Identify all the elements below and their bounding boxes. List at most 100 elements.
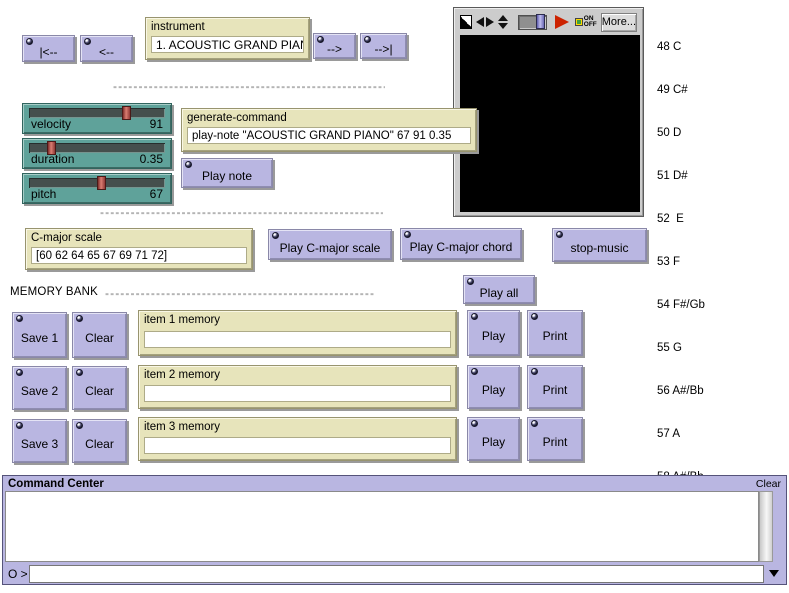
horizontal-arrows-icon[interactable] [476,17,494,27]
contrast-icon[interactable] [460,15,472,29]
separator-line: ----------------------------------------… [100,206,383,218]
print-label: Print [543,383,568,397]
note-list-item: 48 C [657,40,705,54]
button-action-icon [471,313,478,320]
memory-monitor-value [144,385,451,402]
next-note-button[interactable]: --> [313,33,356,59]
memory-monitor-label: item 3 memory [144,421,451,434]
separator-line: ----------------------------------------… [105,287,375,299]
save-label: Save 1 [21,331,58,345]
history-dropdown-icon[interactable] [764,570,784,577]
memory-monitor-label: item 2 memory [144,369,451,382]
on-off-toggle[interactable]: ON OFF [575,16,597,29]
vertical-arrows-icon[interactable] [498,15,508,29]
play-2-button[interactable]: Play [467,365,520,409]
prev-note-button[interactable]: <-- [80,35,133,62]
item-1-memory-monitor: item 1 memory [138,310,457,356]
toggle-box-icon[interactable] [575,18,583,26]
button-action-icon [76,315,83,322]
note-list-item: 52 E [657,212,705,226]
button-action-icon [26,38,33,45]
item-2-memory-monitor: item 2 memory [138,365,457,409]
clear-2-button[interactable]: Clear [72,366,127,410]
pitch-slider[interactable]: pitch 67 [22,173,172,204]
command-center-title: Command Center [8,478,104,490]
clear-label: Clear [85,384,114,398]
note-list-item: 53 F [657,255,705,269]
separator-line: ----------------------------------------… [113,80,385,92]
print-3-button[interactable]: Print [527,417,583,461]
off-label: OFF [584,22,597,29]
play-chord-label: Play C-major chord [410,240,513,254]
save-label: Save 3 [21,437,58,451]
c-major-scale-value: [60 62 64 65 67 69 71 72] [31,247,247,264]
button-action-icon [16,369,23,376]
note-list-item: 57 A [657,427,705,441]
command-log[interactable] [5,491,759,562]
button-action-icon [471,420,478,427]
note-list-item: 54 F#/Gb [657,298,705,312]
clear-3-button[interactable]: Clear [72,419,127,463]
instrument-monitor: instrument 1. ACOUSTIC GRAND PIANO [145,17,310,60]
slider-value: 91 [150,117,163,131]
button-action-icon [364,36,371,43]
play-chord-button[interactable]: Play C-major chord [400,228,522,260]
button-action-icon [185,161,192,168]
button-action-icon [76,422,83,429]
memory-bank-title: MEMORY BANK [10,286,98,298]
note-list-item: 51 D# [657,169,705,183]
duration-slider[interactable]: duration 0.35 [22,138,172,169]
instrument-label: instrument [151,21,304,34]
clear-label: Clear [85,331,114,345]
clear-1-button[interactable]: Clear [72,312,127,358]
instrument-value: 1. ACOUSTIC GRAND PIANO [151,36,304,53]
more-button[interactable]: More... [601,13,637,32]
speed-slider[interactable] [518,15,547,30]
first-note-button[interactable]: |<-- [22,35,75,62]
play-label: Play [482,329,505,343]
button-action-icon [404,231,411,238]
button-action-icon [84,38,91,45]
save-1-button[interactable]: Save 1 [12,312,67,358]
graphics-canvas[interactable] [460,35,640,212]
memory-monitor-label: item 1 memory [144,314,451,327]
print-1-button[interactable]: Print [527,310,583,356]
slider-value: 0.35 [140,152,163,166]
print-2-button[interactable]: Print [527,365,583,409]
velocity-slider[interactable]: velocity 91 [22,103,172,134]
command-input[interactable] [29,565,764,583]
play-note-button[interactable]: Play note [181,158,273,188]
play-label: Play [482,435,505,449]
c-major-scale-label: C-major scale [31,232,247,245]
generate-command-label: generate-command [187,112,471,125]
play-scale-button[interactable]: Play C-major scale [268,229,392,260]
save-3-button[interactable]: Save 3 [12,419,67,463]
play-note-label: Play note [202,169,252,183]
speed-slider-thumb[interactable] [536,14,545,29]
last-note-label: -->| [374,42,392,56]
play-label: Play [482,383,505,397]
play-3-button[interactable]: Play [467,417,520,461]
prev-note-label: <-- [99,45,114,59]
note-list-item: 56 A#/Bb [657,384,705,398]
memory-monitor-value [144,331,451,348]
slider-label: pitch [31,187,56,201]
button-action-icon [16,422,23,429]
stop-music-button[interactable]: stop-music [552,228,647,262]
play-all-button[interactable]: Play all [463,275,535,304]
note-list-item: 49 C# [657,83,705,97]
command-prompt: O > [5,567,29,581]
play-1-button[interactable]: Play [467,310,520,356]
command-center-header: Command Center Clear [3,476,786,491]
play-scale-label: Play C-major scale [280,241,381,255]
first-note-label: |<-- [39,45,57,59]
stop-music-label: stop-music [570,241,628,255]
save-2-button[interactable]: Save 2 [12,366,67,410]
slider-label: velocity [31,117,71,131]
graphics-window-toolbar: ON OFF More... [457,10,640,34]
command-log-scrollbar[interactable] [759,491,773,562]
memory-monitor-value [144,437,451,454]
button-action-icon [531,368,538,375]
clear-log-button[interactable]: Clear [756,478,781,490]
last-note-button[interactable]: -->| [360,33,407,59]
